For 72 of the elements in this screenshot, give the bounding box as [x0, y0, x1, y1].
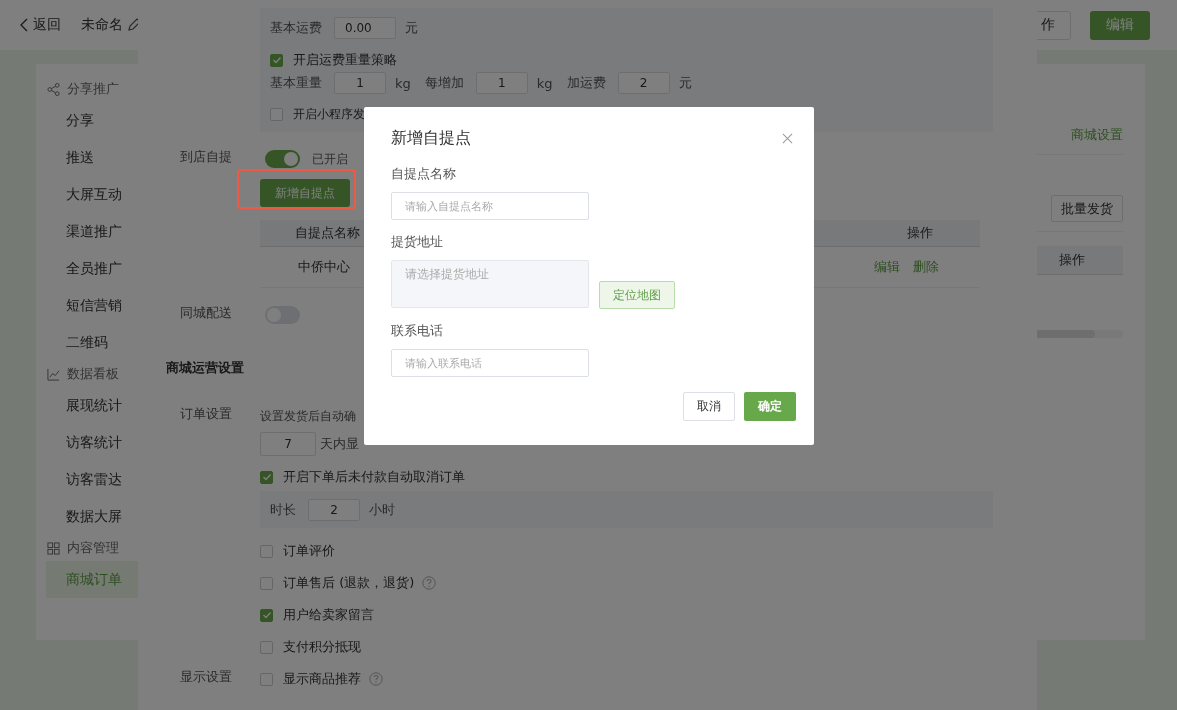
input-field[interactable]: 请输入联系电话 — [391, 349, 589, 377]
chevron-left-icon — [20, 18, 28, 32]
unit-label: 小时 — [369, 500, 395, 519]
field-label: 联系电话 — [391, 322, 444, 340]
field-label: 基本运费 — [270, 19, 322, 37]
action-link[interactable]: 删除 — [912, 258, 939, 276]
input-field[interactable]: 1 — [334, 72, 386, 94]
checkbox[interactable] — [260, 544, 273, 558]
setting-label: 订单设置 — [179, 405, 233, 423]
field-label: 时长 — [270, 500, 296, 519]
column-header: 操作 — [1058, 251, 1086, 269]
field-label: 每增加 — [424, 74, 464, 92]
table-cell-text: 中侨中心 — [298, 258, 351, 276]
locate-map-button[interactable]: 定位地图 — [599, 281, 675, 309]
unit-label: 元 — [405, 19, 418, 37]
column-header: 操作 — [907, 224, 933, 242]
checkbox-label: 显示商品推荐 — [283, 670, 361, 688]
checkbox-label: 支付积分抵现 — [283, 638, 361, 656]
checkbox-label: 开启下单后未付款自动取消订单 — [283, 468, 465, 486]
description-text: 设置发货后自动确 — [260, 407, 356, 425]
input-field[interactable]: 请输入自提点名称 — [391, 192, 589, 220]
checkbox-label: 订单评价 — [283, 542, 335, 560]
setting-label: 到店自提 — [179, 148, 233, 166]
section-title: 商城运营设置 — [166, 359, 244, 377]
input-field[interactable]: 0.00 — [334, 17, 396, 39]
unit-label: 天内显 — [320, 435, 359, 453]
status-text: 已开启 — [312, 150, 348, 168]
field-label: 自提点名称 — [391, 165, 457, 183]
input-field[interactable]: 2 — [617, 72, 670, 94]
checkbox-label: 开启小程序发 — [293, 105, 365, 123]
setting-label: 显示设置 — [179, 668, 233, 686]
settings-link[interactable]: 商城设置 — [1071, 126, 1123, 144]
line-chart-icon — [47, 367, 60, 381]
grid-icon — [47, 541, 60, 555]
column-header: 自提点名称 — [295, 224, 361, 242]
unit-label: kg — [536, 75, 553, 91]
checkbox[interactable] — [270, 107, 283, 121]
field-label: 提货地址 — [391, 233, 444, 251]
sidebar-group-title: 数据看板 — [67, 365, 119, 383]
cancel-button[interactable]: 取消 — [683, 392, 735, 421]
unit-label: kg — [395, 75, 411, 91]
checkbox-label: 开启运费重量策略 — [293, 51, 397, 69]
batch-ship-button[interactable]: 批量发货 — [1051, 195, 1123, 222]
checkbox-label: 用户给卖家留言 — [283, 606, 374, 624]
checkbox[interactable] — [260, 672, 273, 686]
checkbox[interactable] — [260, 608, 273, 622]
checkbox[interactable] — [260, 470, 273, 484]
action-link[interactable]: 编辑 — [873, 258, 900, 276]
help-icon[interactable] — [422, 576, 437, 590]
checkbox-label: 订单售后 (退款，退货) — [283, 574, 415, 592]
confirm-button[interactable]: 确定 — [744, 392, 796, 421]
close-icon[interactable] — [782, 132, 793, 144]
sidebar-group-title: 分享推广 — [67, 80, 119, 98]
input-field[interactable]: 1 — [475, 72, 528, 94]
address-field[interactable]: 请选择提货地址 — [391, 260, 589, 308]
dialog-title: 新增自提点 — [391, 127, 471, 149]
checkbox[interactable] — [260, 640, 273, 654]
toggle-switch[interactable] — [265, 150, 300, 168]
checkbox[interactable] — [270, 53, 283, 67]
page-title: 未命名 — [81, 16, 123, 34]
unit-label: 元 — [678, 74, 692, 92]
field-label: 基本重量 — [270, 74, 322, 92]
checkbox[interactable] — [260, 576, 273, 590]
help-icon[interactable] — [369, 672, 383, 686]
sidebar-group-title: 内容管理 — [67, 539, 119, 557]
share-icon — [47, 82, 60, 96]
input-field[interactable]: 7 — [260, 432, 316, 456]
setting-label: 同城配送 — [179, 304, 233, 322]
back-link[interactable]: 返回 — [20, 16, 61, 34]
field-label: 加运费 — [566, 74, 606, 92]
input-field[interactable]: 2 — [308, 498, 360, 521]
pencil-icon[interactable] — [127, 18, 141, 32]
